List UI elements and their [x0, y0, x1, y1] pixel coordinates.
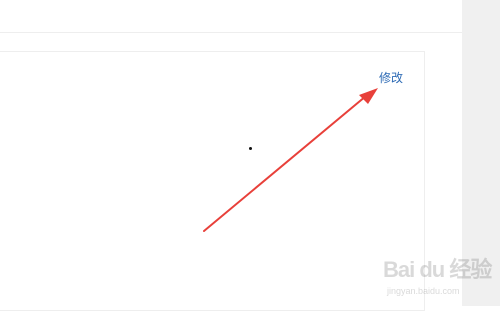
annotation-arrow-shaft — [203, 95, 367, 232]
baidu-jingyan-watermark: Bai du 经验 jingyan.baidu.com — [383, 252, 492, 306]
annotation-arrow-head — [359, 88, 378, 104]
watermark-url: jingyan.baidu.com — [387, 286, 460, 296]
watermark-brand: Bai du 经验 — [383, 257, 492, 282]
